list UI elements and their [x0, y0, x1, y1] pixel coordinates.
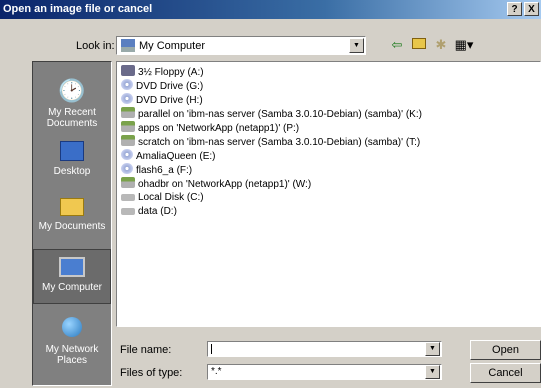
recent-documents-icon: 🕑 [58, 78, 86, 103]
place-desktop[interactable]: Desktop [33, 137, 111, 177]
place-label: My Documents [38, 221, 106, 232]
list-item[interactable]: parallel on 'ibm-nas server (Samba 3.0.1… [121, 107, 422, 121]
back-arrow-icon[interactable]: ⇦ [388, 37, 406, 53]
place-my-documents[interactable]: My Documents [33, 192, 111, 232]
list-item[interactable]: DVD Drive (G:) [121, 79, 203, 93]
open-button[interactable]: Open [470, 340, 541, 360]
places-bar: 🕑 My Recent Documents Desktop My Documen… [32, 61, 112, 386]
look-in-dropdown[interactable]: My Computer ▼ [116, 36, 366, 55]
network-drive-icon [121, 107, 135, 118]
place-label: My Network Places [45, 344, 99, 366]
removable-drive-icon [121, 149, 133, 160]
place-label: My Recent Documents [46, 107, 98, 129]
my-documents-icon [58, 192, 86, 218]
place-my-recent-documents[interactable]: 🕑 My Recent Documents [33, 78, 111, 129]
desktop-icon [58, 137, 86, 163]
list-item[interactable]: DVD Drive (H:) [121, 93, 203, 107]
up-folder-icon[interactable] [410, 37, 428, 53]
network-drive-icon [121, 135, 135, 146]
place-my-network-places[interactable]: My Network Places [33, 315, 111, 366]
computer-icon [121, 39, 135, 52]
chevron-down-icon[interactable]: ▼ [425, 365, 440, 379]
file-name-input[interactable]: ▼ [207, 341, 442, 357]
files-of-type-label: Files of type: [120, 367, 183, 379]
list-item[interactable]: AmaliaQueen (E:) [121, 149, 215, 163]
removable-drive-icon [121, 163, 133, 174]
local-disk-icon [121, 208, 135, 215]
look-in-label: Look in: [76, 40, 115, 52]
chevron-down-icon[interactable]: ▼ [349, 38, 364, 53]
dvd-drive-icon [121, 93, 133, 104]
list-item[interactable]: flash6_a (F:) [121, 163, 192, 177]
text-cursor [211, 344, 212, 354]
local-disk-icon [121, 194, 135, 201]
title-bar: Open an image file or cancel ? X [0, 0, 541, 19]
dvd-drive-icon [121, 79, 133, 90]
place-my-computer[interactable]: My Computer [33, 249, 111, 304]
list-item[interactable]: Local Disk (C:) [121, 191, 204, 205]
floppy-drive-icon [121, 65, 135, 76]
my-computer-icon [58, 253, 86, 279]
files-of-type-dropdown[interactable]: *.* ▼ [207, 364, 442, 380]
chevron-down-icon[interactable]: ▼ [425, 342, 440, 356]
list-item[interactable]: ohadbr on 'NetworkApp (netapp1)' (W:) [121, 177, 311, 191]
file-list[interactable]: 3½ Floppy (A:) DVD Drive (G:) DVD Drive … [116, 61, 541, 327]
list-item[interactable]: 3½ Floppy (A:) [121, 65, 204, 79]
place-label: My Computer [41, 282, 102, 293]
new-folder-icon[interactable]: ✱ [432, 37, 450, 53]
file-name-label: File name: [120, 344, 172, 356]
files-of-type-value: *.* [211, 366, 222, 377]
dialog-title: Open an image file or cancel [3, 3, 153, 15]
network-drive-icon [121, 121, 135, 132]
help-button[interactable]: ? [507, 2, 522, 16]
close-button[interactable]: X [524, 2, 539, 16]
cancel-button[interactable]: Cancel [470, 363, 541, 383]
place-label: Desktop [53, 166, 91, 177]
network-drive-icon [121, 177, 135, 188]
list-item[interactable]: apps on 'NetworkApp (netapp1)' (P:) [121, 121, 299, 135]
list-item[interactable]: scratch on 'ibm-nas server (Samba 3.0.10… [121, 135, 420, 149]
network-places-icon [58, 315, 86, 341]
look-in-value: My Computer [139, 40, 206, 52]
open-file-dialog: Open an image file or cancel ? X Look in… [0, 0, 541, 388]
views-menu-icon[interactable]: ▦▾ [454, 37, 474, 53]
list-item[interactable]: data (D:) [121, 205, 177, 219]
